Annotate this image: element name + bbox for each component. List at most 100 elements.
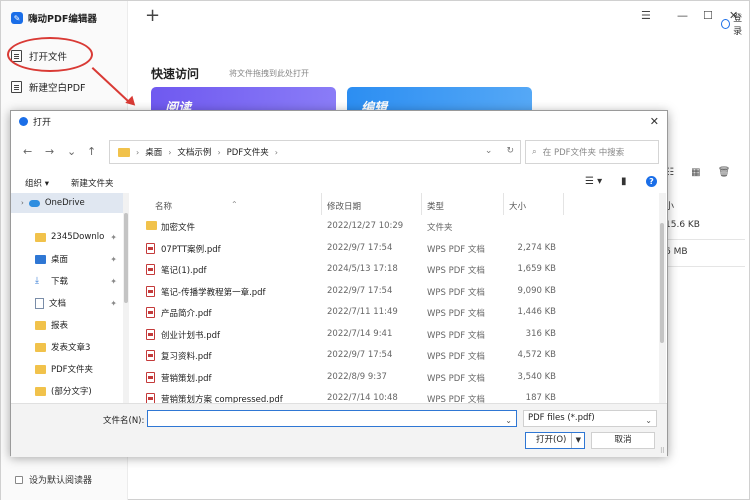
pin-icon: ✦ [110, 276, 117, 286]
filename-dropdown-icon[interactable]: ⌄ [505, 413, 512, 428]
filename-input[interactable]: ⌄ [147, 410, 517, 427]
nav-item-downloads[interactable]: ⤓ 下载 ✦ [11, 271, 123, 291]
file-size: 4,572 KB [517, 350, 556, 360]
address-dropdown-icon[interactable]: ⌄ [485, 146, 493, 156]
nav-item-documents[interactable]: 文档 ✦ [11, 293, 123, 313]
nav-item-articles[interactable]: 发表文章3 [11, 337, 123, 357]
file-type: WPS PDF 文档 [427, 352, 485, 362]
desktop-icon [35, 254, 46, 264]
folder-icon [35, 386, 46, 396]
default-reader-checkbox[interactable] [15, 475, 23, 484]
filetype-dropdown-icon[interactable]: ⌄ [645, 413, 652, 428]
pin-icon: ✦ [110, 232, 117, 242]
breadcrumb-item[interactable]: PDF文件夹 [227, 146, 269, 158]
file-row[interactable]: 创业计划书.pdf 2022/7/14 9:41 WPS PDF 文档 316 … [131, 323, 661, 345]
cancel-button[interactable]: 取消 [591, 432, 655, 449]
file-row[interactable]: 07PTT案例.pdf 2022/9/7 17:54 WPS PDF 文档 2,… [131, 237, 661, 259]
back-arrow-icon[interactable]: ← [23, 145, 32, 158]
sidebar-item-new-blank[interactable]: 新建空白PDF [11, 80, 86, 94]
folder-icon [35, 342, 46, 352]
dialog-navbar: ← → ⌄ ↑ › 桌面 › 文档示例 › PDF文件夹 › ⌄ ↻ ⌕ 在 P… [11, 133, 667, 169]
dialog-footer: 文件名(N): ⌄ PDF files (*.pdf) ⌄ 打开(O) ▼ 取消… [11, 403, 667, 457]
file-list-header: ⌃ 名称 修改日期 类型 大小 [131, 193, 661, 215]
nav-item-partial[interactable]: (部分文字) [11, 381, 123, 401]
pin-icon: ✦ [110, 298, 117, 308]
organize-button[interactable]: 组织 ▾ [25, 177, 49, 189]
nav-item-onedrive[interactable]: › OneDrive [11, 193, 123, 213]
new-tab-button[interactable]: + [145, 7, 160, 25]
maximize-icon[interactable]: ☐ [703, 9, 713, 22]
annotation-circle [7, 37, 93, 72]
app-title: 嗨动PDF编辑器 [28, 14, 97, 25]
file-date: 2022/12/27 10:29 [327, 221, 404, 231]
up-arrow-icon[interactable]: ↑ [87, 145, 96, 158]
navpane-scrollbar[interactable] [123, 193, 129, 403]
file-date: 2022/9/7 17:54 [327, 242, 393, 253]
file-list-scrollbar[interactable] [659, 193, 666, 403]
address-bar[interactable]: › 桌面 › 文档示例 › PDF文件夹 › ⌄ ↻ [109, 140, 521, 164]
background-row-divider [665, 239, 745, 240]
file-row[interactable]: 加密文件 2022/12/27 10:29 文件夹 [131, 215, 661, 237]
document-icon [35, 297, 44, 309]
expand-chevron-icon[interactable]: › [21, 199, 24, 207]
default-reader-option[interactable]: 设为默认阅读器 [15, 473, 92, 486]
column-divider[interactable] [421, 193, 422, 215]
nav-item-reports[interactable]: 报表 [11, 315, 123, 335]
nav-item-desktop[interactable]: 桌面 ✦ [11, 249, 123, 269]
download-icon: ⤓ [35, 276, 39, 286]
view-menu-icon[interactable]: ☰ ▾ [585, 176, 602, 187]
file-date: 2022/7/14 9:41 [327, 328, 393, 339]
breadcrumb-sep-icon: › [217, 147, 221, 157]
help-icon[interactable]: ? [646, 176, 657, 187]
app-logo: ✎ 嗨动PDF编辑器 [11, 11, 97, 25]
quick-access-title: 快速访问 [151, 67, 200, 81]
column-name[interactable]: 名称 [155, 200, 172, 212]
search-input[interactable]: ⌕ 在 PDF文件夹 中搜索 [525, 140, 659, 164]
default-reader-label: 设为默认阅读器 [29, 476, 93, 486]
breadcrumb-item[interactable]: 文档示例 [177, 146, 211, 158]
scrollbar-thumb[interactable] [660, 223, 664, 343]
open-button[interactable]: 打开(O) ▼ [525, 432, 585, 449]
dialog-close-icon[interactable]: ✕ [650, 115, 659, 128]
filename-label: 文件名(N): [103, 416, 145, 426]
preview-pane-icon[interactable]: ▮ [621, 176, 627, 187]
column-divider[interactable] [321, 193, 322, 215]
file-row[interactable]: 笔记-传播学教程第一章.pdf 2022/9/7 17:54 WPS PDF 文… [131, 280, 661, 302]
file-name: 创业计划书.pdf [161, 330, 220, 341]
refresh-icon[interactable]: ↻ [506, 146, 514, 156]
filetype-select[interactable]: PDF files (*.pdf) ⌄ [523, 410, 657, 427]
nav-item-label: 文档 [49, 299, 67, 309]
column-divider[interactable] [503, 193, 504, 215]
pdf-file-icon [146, 264, 155, 275]
file-date: 2022/7/11 11:49 [327, 307, 398, 317]
file-size: 1,659 KB [517, 264, 556, 274]
folder-icon [118, 147, 130, 157]
nav-item-label: 下载 [51, 277, 69, 287]
forward-arrow-icon[interactable]: → [45, 145, 54, 158]
breadcrumb-item[interactable]: 桌面 [145, 146, 162, 158]
open-options-dropdown-icon[interactable]: ▼ [576, 433, 581, 448]
file-row[interactable]: 产品简介.pdf 2022/7/11 11:49 WPS PDF 文档 1,44… [131, 301, 661, 323]
file-row[interactable]: 营销策划方案 compressed.pdf 2022/7/14 10:48 WP… [131, 387, 661, 403]
nav-item-pdf-folder[interactable]: PDF文件夹 [11, 359, 123, 379]
new-folder-button[interactable]: 新建文件夹 [71, 177, 114, 189]
minimize-icon[interactable]: — [677, 9, 688, 22]
recent-dropdown-icon[interactable]: ⌄ [67, 145, 76, 158]
resize-grip-icon[interactable]: ⠿ [660, 447, 665, 455]
logo-icon: ✎ [11, 12, 23, 24]
nav-item-label: PDF文件夹 [51, 365, 94, 375]
scrollbar-thumb[interactable] [124, 213, 128, 303]
menu-icon[interactable]: ☰ [641, 9, 651, 22]
column-modified[interactable]: 修改日期 [327, 200, 361, 212]
close-icon[interactable]: ✕ [729, 9, 738, 22]
search-placeholder: 在 PDF文件夹 中搜索 [542, 148, 625, 158]
nav-item-2345downloads[interactable]: 2345Downlo ✦ [11, 227, 123, 247]
file-size: 1,446 KB [517, 307, 556, 317]
file-row[interactable]: 笔记(1).pdf 2024/5/13 17:18 WPS PDF 文档 1,6… [131, 258, 661, 280]
quick-access-hint: 将文件拖拽到此处打开 [229, 69, 309, 78]
column-divider[interactable] [563, 193, 564, 215]
column-type[interactable]: 类型 [427, 200, 444, 212]
file-row[interactable]: 营销策划.pdf 2022/8/9 9:37 WPS PDF 文档 3,540 … [131, 366, 661, 388]
file-row[interactable]: 复习资料.pdf 2022/9/7 17:54 WPS PDF 文档 4,572… [131, 344, 661, 366]
column-size[interactable]: 大小 [509, 200, 526, 212]
